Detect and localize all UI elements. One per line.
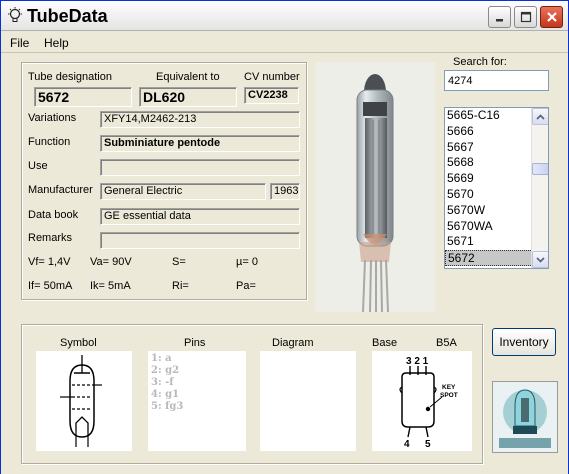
databook-label: Data book xyxy=(28,209,79,221)
chevron-up-icon xyxy=(536,113,545,120)
pin-item: 1: a xyxy=(151,353,172,364)
tube-list-item[interactable]: 5672 xyxy=(445,250,533,266)
close-icon xyxy=(546,12,557,22)
pins-label: Pins xyxy=(184,337,206,349)
tube-list-item[interactable]: 5670WA xyxy=(445,219,533,235)
main-window: TubeData File Help Tube designation Equi… xyxy=(0,0,569,474)
search-label: Search for: xyxy=(453,56,507,68)
list-scrollbar[interactable] xyxy=(531,108,548,268)
function-label: Function xyxy=(28,136,71,148)
base-diagram: 3 2 1 KEY SPOT 4 5 xyxy=(372,351,472,451)
tube-details-panel: Symbol Pins Diagram Base B5A 1: a 2: g2 … xyxy=(21,324,483,464)
tube-list-item[interactable]: 5669 xyxy=(445,171,533,187)
diagram-box xyxy=(260,351,356,451)
scroll-thumb[interactable] xyxy=(532,163,548,175)
s-param: S= xyxy=(172,256,186,268)
chevron-down-icon xyxy=(536,256,545,263)
base-pin-5-label: 5 xyxy=(425,439,431,450)
base-label: Base xyxy=(372,337,398,349)
tube-info-group: Tube designation Equivalent to CV number… xyxy=(21,62,307,300)
use-label: Use xyxy=(28,160,48,172)
tube-logo-icon xyxy=(493,382,557,452)
pentode-symbol-icon xyxy=(60,355,102,447)
vf-param: Vf= 1,4V xyxy=(28,256,71,268)
pa-param: Pa= xyxy=(236,280,256,292)
spot-label: SPOT xyxy=(440,392,458,399)
function-field: Subminiature pentode xyxy=(100,135,300,152)
scroll-down-button[interactable] xyxy=(532,251,548,268)
equivalent-field: DL620 xyxy=(139,87,237,107)
inventory-button-label: Inventory xyxy=(499,335,549,349)
tube-photo-image xyxy=(315,62,435,312)
title-bar[interactable]: TubeData xyxy=(1,1,568,31)
key-label: KEY xyxy=(442,384,456,391)
cv-number-field: CV2238 xyxy=(244,87,299,104)
tube-list-item[interactable]: 5666 xyxy=(445,124,533,140)
lightbulb-icon xyxy=(8,7,22,22)
tube-list[interactable]: 5665-C16 5666 5667 5668 5669 5670 5670W 5670WA 5… xyxy=(444,107,549,269)
mu-param: µ= 0 xyxy=(236,256,258,268)
inventory-button[interactable]: Inventory xyxy=(492,328,556,356)
maximize-icon xyxy=(520,11,531,23)
manufacturer-label: Manufacturer xyxy=(28,184,93,196)
if-param: If= 50mA xyxy=(28,280,73,292)
base-type-label: B5A xyxy=(436,337,457,349)
base-pin-4-label: 4 xyxy=(404,439,410,450)
minimize-button[interactable] xyxy=(488,6,511,28)
tube-symbol xyxy=(36,351,132,451)
tube-photo xyxy=(315,62,435,312)
ri-param: Ri= xyxy=(172,280,189,292)
minimize-icon xyxy=(495,19,503,22)
variations-label: Variations xyxy=(28,112,77,124)
menu-bar: File Help xyxy=(1,32,568,53)
tube-list-item[interactable]: 5668 xyxy=(445,155,533,171)
pin-item: 3: -f xyxy=(151,377,174,388)
cv-number-label: CV number xyxy=(244,71,300,83)
use-field xyxy=(100,159,300,176)
window-title: TubeData xyxy=(27,6,108,26)
app-logo xyxy=(492,381,558,453)
tube-list-item[interactable]: 5670 xyxy=(445,187,533,203)
equivalent-label: Equivalent to xyxy=(156,71,220,83)
pin-item: 4: g1 xyxy=(151,389,180,400)
search-input[interactable] xyxy=(444,70,549,91)
pin-item: 5: fg3 xyxy=(151,401,184,412)
tube-list-item[interactable]: 5667 xyxy=(445,140,533,156)
variations-field: XFY14,M2462-213 xyxy=(100,111,300,128)
tube-list-items: 5665-C16 5666 5667 5668 5669 5670 5670W 5670WA 5… xyxy=(445,108,533,266)
menu-help[interactable]: Help xyxy=(44,36,69,50)
remarks-label: Remarks xyxy=(28,232,73,244)
manufacturer-field: General Electric xyxy=(100,183,266,200)
tube-list-item[interactable]: 5670W xyxy=(445,203,533,219)
pins-list: 1: a 2: g2 3: -f 4: g1 5: fg3 xyxy=(151,353,183,413)
pin-item: 2: g2 xyxy=(151,365,180,376)
year-field: 1963 xyxy=(270,183,300,200)
pins-box: 1: a 2: g2 3: -f 4: g1 5: fg3 xyxy=(148,351,246,451)
base-pinout-icon: 3 2 1 KEY SPOT 4 5 xyxy=(399,356,458,450)
tube-list-item[interactable]: 5671 xyxy=(445,234,533,250)
client-area: Tube designation Equivalent to CV number… xyxy=(1,54,568,474)
tube-designation-field: 5672 xyxy=(34,87,132,107)
maximize-button[interactable] xyxy=(514,6,537,28)
tube-designation-label: Tube designation xyxy=(28,71,112,83)
tube-list-item[interactable]: 5665-C16 xyxy=(445,108,533,124)
symbol-label: Symbol xyxy=(60,337,97,349)
databook-field: GE essential data xyxy=(100,208,300,225)
diagram-label: Diagram xyxy=(272,337,314,349)
remarks-field xyxy=(100,232,300,249)
ik-param: Ik= 5mA xyxy=(90,280,131,292)
base-pin-top-labels: 3 2 1 xyxy=(406,356,429,367)
va-param: Va= 90V xyxy=(90,256,132,268)
close-button[interactable] xyxy=(540,6,563,28)
menu-file[interactable]: File xyxy=(10,36,29,50)
scroll-up-button[interactable] xyxy=(532,108,548,125)
